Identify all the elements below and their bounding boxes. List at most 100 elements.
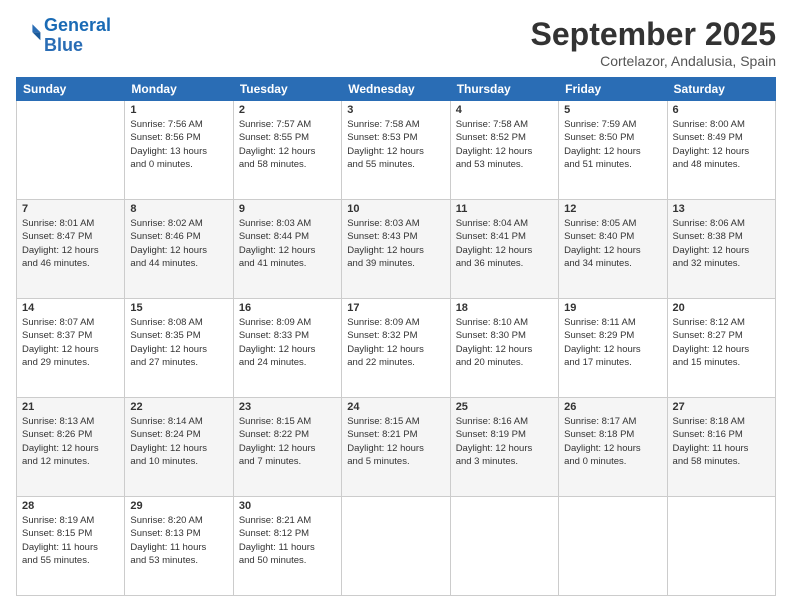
page: General Blue September 2025 Cortelazor, … — [0, 0, 792, 612]
day-number: 21 — [22, 401, 119, 413]
table-row: 20 Sunrise: 8:12 AMSunset: 8:27 PMDayligh… — [667, 299, 775, 398]
day-info: Sunrise: 8:00 AMSunset: 8:49 PMDaylight:… — [673, 118, 770, 171]
table-row: 3Sunrise: 7:58 AMSunset: 8:53 PMDaylight… — [342, 101, 450, 200]
day-info: Sunrise: 8:20 AMSunset: 8:13 PMDaylight:… — [130, 514, 227, 567]
table-row: 10 Sunrise: 8:03 AMSunset: 8:43 PMDayligh… — [342, 200, 450, 299]
table-row: 14 Sunrise: 8:07 AMSunset: 8:37 PMDayligh… — [17, 299, 125, 398]
day-number: 12 — [564, 203, 661, 215]
calendar-row: 28 Sunrise: 8:19 AMSunset: 8:15 PMDayligh… — [17, 497, 776, 596]
day-number: 27 — [673, 401, 770, 413]
day-number: 15 — [130, 302, 227, 314]
col-tuesday: Tuesday — [233, 78, 341, 101]
logo-text: General Blue — [44, 16, 111, 56]
table-row: 22 Sunrise: 8:14 AMSunset: 8:24 PMDayligh… — [125, 398, 233, 497]
table-row: 7 Sunrise: 8:01 AMSunset: 8:47 PMDaylight… — [17, 200, 125, 299]
day-number: 14 — [22, 302, 119, 314]
day-number: 23 — [239, 401, 336, 413]
table-row: 2 Sunrise: 7:57 AMSunset: 8:55 PMDaylight… — [233, 101, 341, 200]
day-info: Sunrise: 8:02 AMSunset: 8:46 PMDaylight:… — [130, 217, 227, 270]
day-info: Sunrise: 8:06 AMSunset: 8:38 PMDaylight:… — [673, 217, 770, 270]
col-saturday: Saturday — [667, 78, 775, 101]
day-info: Sunrise: 8:09 AMSunset: 8:32 PMDaylight:… — [347, 316, 444, 369]
table-row: 28 Sunrise: 8:19 AMSunset: 8:15 PMDayligh… — [17, 497, 125, 596]
table-row: 21 Sunrise: 8:13 AMSunset: 8:26 PMDayligh… — [17, 398, 125, 497]
day-number: 1 — [130, 104, 227, 116]
col-sunday: Sunday — [17, 78, 125, 101]
table-row: 17Sunrise: 8:09 AMSunset: 8:32 PMDayligh… — [342, 299, 450, 398]
day-info: Sunrise: 8:05 AMSunset: 8:40 PMDaylight:… — [564, 217, 661, 270]
main-title: September 2025 — [531, 16, 776, 53]
day-number: 19 — [564, 302, 661, 314]
table-row — [342, 497, 450, 596]
table-row: 24 Sunrise: 8:15 AMSunset: 8:21 PMDayligh… — [342, 398, 450, 497]
day-info: Sunrise: 8:11 AMSunset: 8:29 PMDaylight:… — [564, 316, 661, 369]
table-row: 13 Sunrise: 8:06 AMSunset: 8:38 PMDayligh… — [667, 200, 775, 299]
calendar-row: 21 Sunrise: 8:13 AMSunset: 8:26 PMDayligh… — [17, 398, 776, 497]
day-info: Sunrise: 8:16 AMSunset: 8:19 PMDaylight:… — [456, 415, 553, 468]
table-row: 15 Sunrise: 8:08 AMSunset: 8:35 PMDayligh… — [125, 299, 233, 398]
day-number: 7 — [22, 203, 119, 215]
day-info: Sunrise: 8:03 AMSunset: 8:43 PMDaylight:… — [347, 217, 444, 270]
day-number: 5 — [564, 104, 661, 116]
day-number: 29 — [130, 500, 227, 512]
table-row: 11Sunrise: 8:04 AMSunset: 8:41 PMDayligh… — [450, 200, 558, 299]
day-number: 18 — [456, 302, 553, 314]
day-info: Sunrise: 7:59 AMSunset: 8:50 PMDaylight:… — [564, 118, 661, 171]
day-number: 22 — [130, 401, 227, 413]
day-info: Sunrise: 8:15 AMSunset: 8:22 PMDaylight:… — [239, 415, 336, 468]
table-row: 1 Sunrise: 7:56 AMSunset: 8:56 PMDaylight… — [125, 101, 233, 200]
day-info: Sunrise: 8:09 AMSunset: 8:33 PMDaylight:… — [239, 316, 336, 369]
col-wednesday: Wednesday — [342, 78, 450, 101]
col-thursday: Thursday — [450, 78, 558, 101]
table-row — [450, 497, 558, 596]
day-number: 8 — [130, 203, 227, 215]
subtitle: Cortelazor, Andalusia, Spain — [531, 53, 776, 69]
day-number: 4 — [456, 104, 553, 116]
title-block: September 2025 Cortelazor, Andalusia, Sp… — [531, 16, 776, 69]
table-row — [17, 101, 125, 200]
table-row: 27 Sunrise: 8:18 AMSunset: 8:16 PMDayligh… — [667, 398, 775, 497]
day-info: Sunrise: 8:01 AMSunset: 8:47 PMDaylight:… — [22, 217, 119, 270]
table-row: 4 Sunrise: 7:58 AMSunset: 8:52 PMDaylight… — [450, 101, 558, 200]
day-info: Sunrise: 8:13 AMSunset: 8:26 PMDaylight:… — [22, 415, 119, 468]
day-info: Sunrise: 7:58 AMSunset: 8:52 PMDaylight:… — [456, 118, 553, 171]
weekday-header-row: Sunday Monday Tuesday Wednesday Thursday… — [17, 78, 776, 101]
day-number: 10 — [347, 203, 444, 215]
col-friday: Friday — [559, 78, 667, 101]
day-number: 2 — [239, 104, 336, 116]
calendar-row: 14 Sunrise: 8:07 AMSunset: 8:37 PMDayligh… — [17, 299, 776, 398]
day-info: Sunrise: 8:14 AMSunset: 8:24 PMDaylight:… — [130, 415, 227, 468]
table-row — [667, 497, 775, 596]
table-row: 8 Sunrise: 8:02 AMSunset: 8:46 PMDaylight… — [125, 200, 233, 299]
day-number: 24 — [347, 401, 444, 413]
day-info: Sunrise: 8:18 AMSunset: 8:16 PMDaylight:… — [673, 415, 770, 468]
day-info: Sunrise: 8:03 AMSunset: 8:44 PMDaylight:… — [239, 217, 336, 270]
day-info: Sunrise: 8:08 AMSunset: 8:35 PMDaylight:… — [130, 316, 227, 369]
day-info: Sunrise: 8:15 AMSunset: 8:21 PMDaylight:… — [347, 415, 444, 468]
day-number: 20 — [673, 302, 770, 314]
day-number: 30 — [239, 500, 336, 512]
table-row — [559, 497, 667, 596]
day-info: Sunrise: 8:07 AMSunset: 8:37 PMDaylight:… — [22, 316, 119, 369]
day-number: 6 — [673, 104, 770, 116]
day-info: Sunrise: 8:10 AMSunset: 8:30 PMDaylight:… — [456, 316, 553, 369]
logo-icon — [18, 21, 42, 45]
day-number: 13 — [673, 203, 770, 215]
table-row: 19 Sunrise: 8:11 AMSunset: 8:29 PMDayligh… — [559, 299, 667, 398]
day-info: Sunrise: 7:56 AMSunset: 8:56 PMDaylight:… — [130, 118, 227, 171]
calendar-row: 1 Sunrise: 7:56 AMSunset: 8:56 PMDaylight… — [17, 101, 776, 200]
table-row: 29 Sunrise: 8:20 AMSunset: 8:13 PMDayligh… — [125, 497, 233, 596]
logo: General Blue — [16, 16, 111, 56]
table-row: 18 Sunrise: 8:10 AMSunset: 8:30 PMDayligh… — [450, 299, 558, 398]
day-info: Sunrise: 8:12 AMSunset: 8:27 PMDaylight:… — [673, 316, 770, 369]
day-number: 11 — [456, 203, 553, 215]
col-monday: Monday — [125, 78, 233, 101]
day-info: Sunrise: 8:17 AMSunset: 8:18 PMDaylight:… — [564, 415, 661, 468]
day-info: Sunrise: 7:57 AMSunset: 8:55 PMDaylight:… — [239, 118, 336, 171]
day-number: 26 — [564, 401, 661, 413]
table-row: 6 Sunrise: 8:00 AMSunset: 8:49 PMDaylight… — [667, 101, 775, 200]
header: General Blue September 2025 Cortelazor, … — [16, 16, 776, 69]
day-number: 28 — [22, 500, 119, 512]
table-row: 25Sunrise: 8:16 AMSunset: 8:19 PMDayligh… — [450, 398, 558, 497]
day-info: Sunrise: 8:19 AMSunset: 8:15 PMDaylight:… — [22, 514, 119, 567]
